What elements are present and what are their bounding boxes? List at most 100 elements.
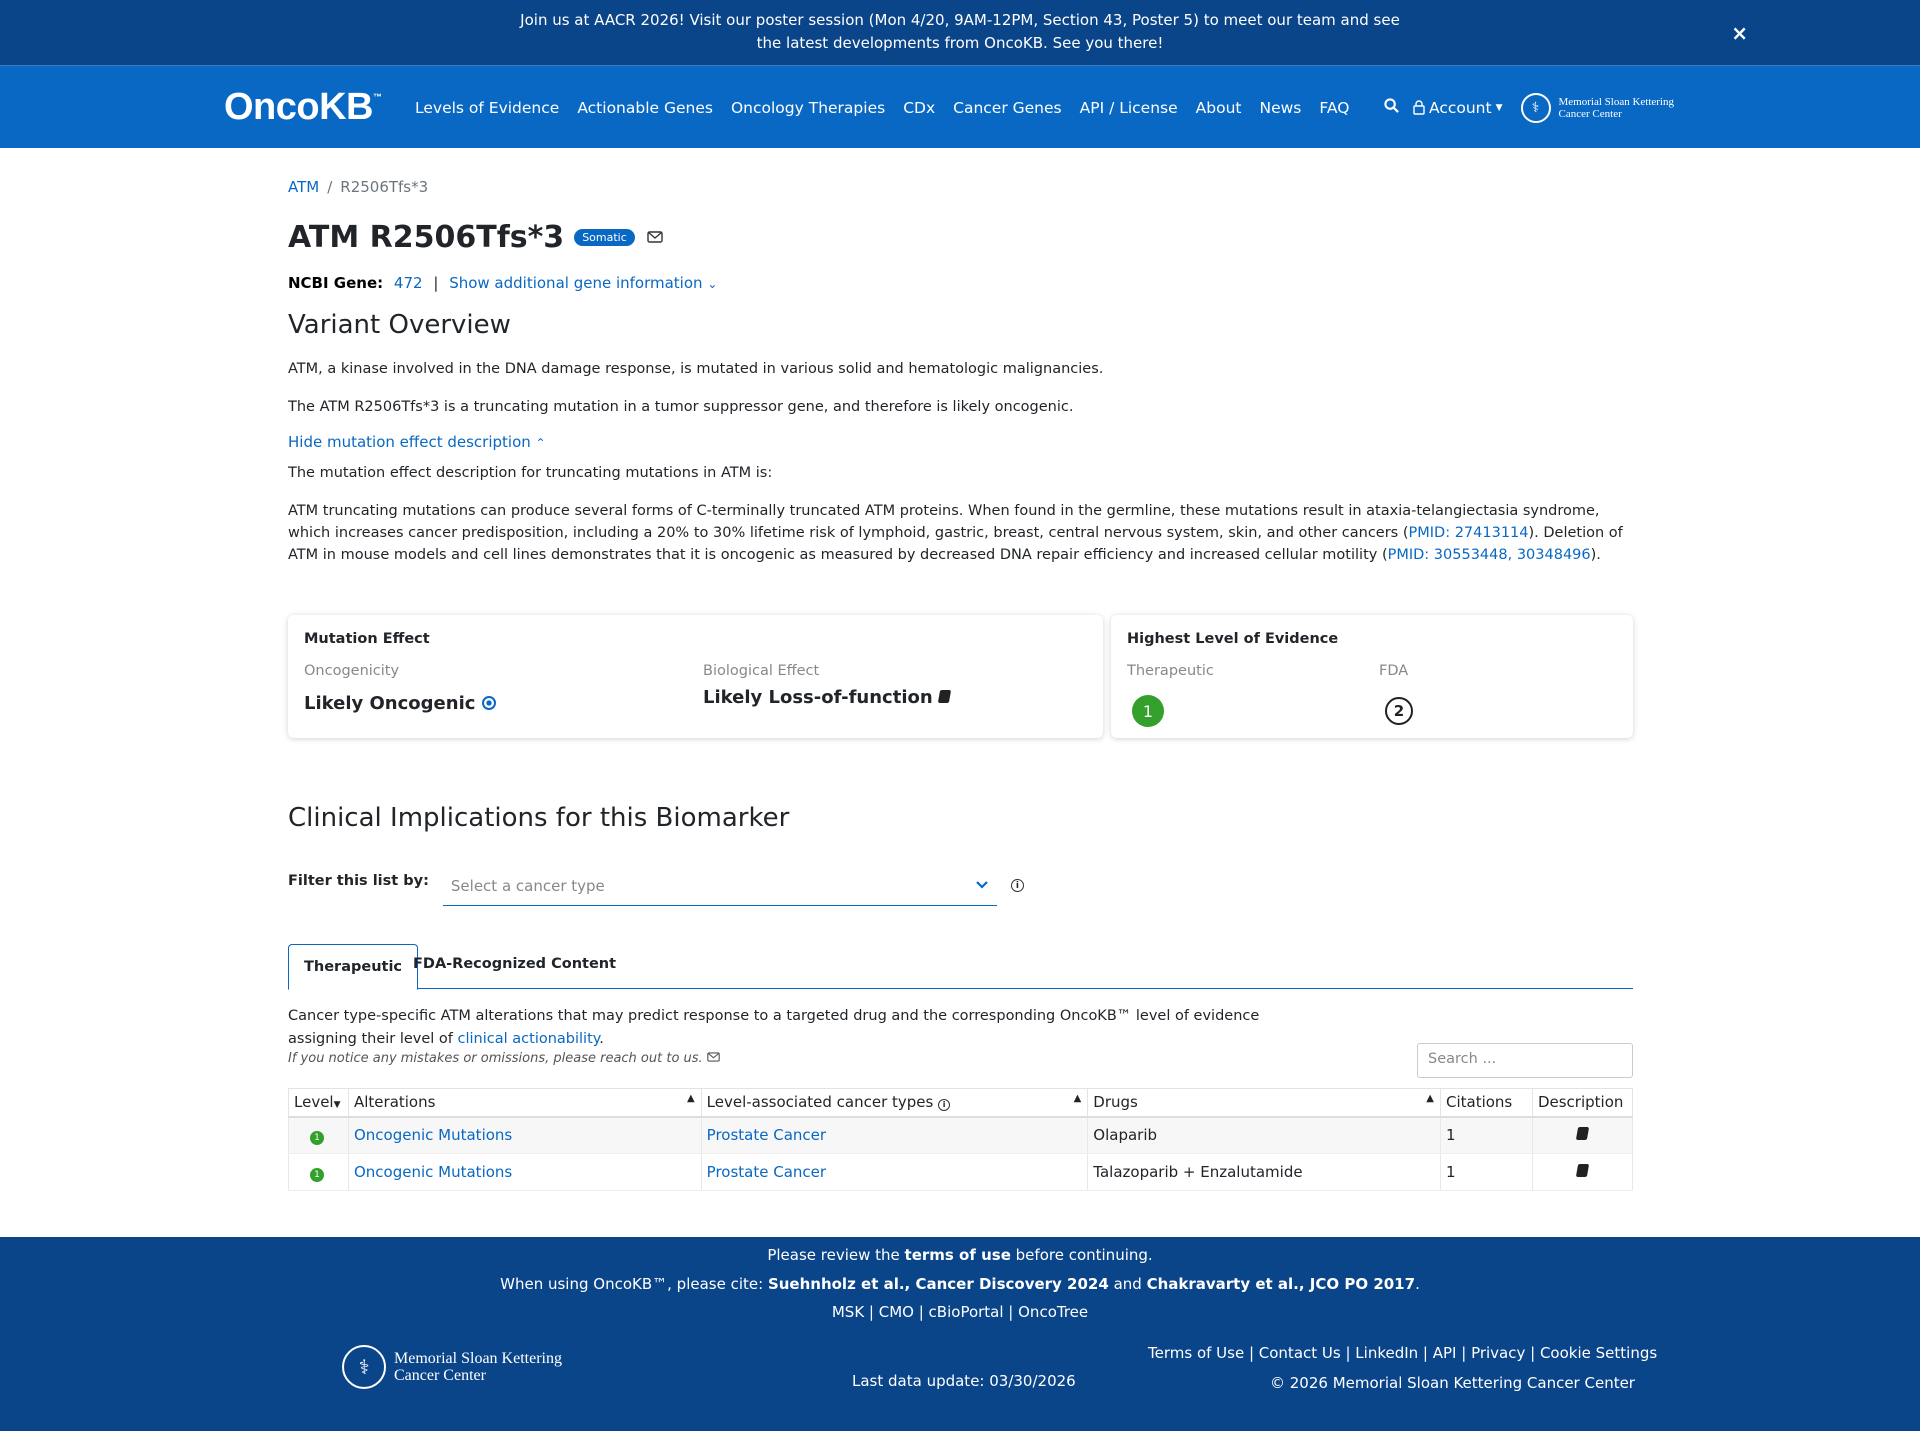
- msk-name-line2: Cancer Center: [1558, 107, 1622, 120]
- msk-footer-logo[interactable]: ⚕ Memorial Sloan Kettering Cancer Center: [342, 1345, 562, 1389]
- column-header-cancer-types[interactable]: Level-associated cancer types i ▲: [700, 1088, 1089, 1118]
- column-drugs-label: Drugs: [1093, 1093, 1138, 1112]
- drugs-cell: Talazoparib + Enzalutamide: [1087, 1153, 1441, 1191]
- alteration-link[interactable]: Oncogenic Mutations: [354, 1163, 512, 1181]
- nav-links: Levels of Evidence Actionable Genes Onco…: [415, 66, 1367, 149]
- search-icon[interactable]: [1384, 98, 1399, 117]
- footer-links[interactable]: Terms of Use | Contact Us | LinkedIn | A…: [1148, 1344, 1657, 1362]
- book-icon[interactable]: [937, 690, 952, 703]
- citation-and: and: [1108, 1275, 1147, 1293]
- nav-cancer-genes[interactable]: Cancer Genes: [953, 99, 1062, 117]
- column-level-label: Level: [294, 1093, 334, 1112]
- oncogenicity-label: Oncogenicity: [304, 663, 400, 679]
- fda-level-2-icon[interactable]: 2: [1385, 697, 1413, 725]
- column-citations-label: Citations: [1445, 1093, 1513, 1112]
- column-header-drugs[interactable]: Drugs ▲: [1087, 1088, 1441, 1118]
- clinical-implications-heading: Clinical Implications for this Biomarker: [288, 803, 790, 833]
- close-icon[interactable]: ×: [1731, 22, 1748, 45]
- somatic-badge: Somatic: [574, 229, 635, 246]
- level-1-icon[interactable]: 1: [310, 1130, 324, 1145]
- announcement-banner: Join us at AACR 2026! Visit our poster s…: [0, 0, 1920, 65]
- clinical-actionability-link[interactable]: clinical actionability: [458, 1031, 600, 1047]
- overview-paragraph-1: ATM, a kinase involved in the DNA damage…: [288, 361, 1104, 377]
- last-data-update: Last data update: 03/30/2026: [852, 1372, 1076, 1390]
- biological-effect-value: Likely Loss-of-function: [703, 687, 952, 708]
- terms-notice: Please review the terms of use before co…: [0, 1246, 1920, 1264]
- mutation-effect-text-a: ATM truncating mutations can produce sev…: [288, 503, 1600, 541]
- therapeutic-description-end: .: [599, 1031, 604, 1047]
- nav-actionable-genes[interactable]: Actionable Genes: [577, 99, 713, 117]
- chevron-up-circle-icon: ⌃: [535, 436, 546, 450]
- mail-icon[interactable]: [647, 228, 663, 247]
- citation-notice: When using OncoKB™, please cite: Suehnho…: [0, 1275, 1920, 1293]
- nav-news[interactable]: News: [1260, 99, 1302, 117]
- cancer-type-cell: Prostate Cancer: [701, 1153, 1089, 1191]
- mutation-effect-text-c: ).: [1590, 547, 1601, 563]
- mail-icon[interactable]: [707, 1051, 720, 1066]
- therapeutic-table: Level▼ Alterations ▲ Level-associated can…: [288, 1088, 1634, 1191]
- copyright: © 2026 Memorial Sloan Kettering Cancer C…: [1270, 1374, 1635, 1392]
- account-menu[interactable]: Account ▼: [1413, 99, 1503, 117]
- alteration-cell: Oncogenic Mutations: [348, 1116, 702, 1154]
- table-search-input[interactable]: Search ...: [1417, 1043, 1633, 1078]
- variant-overview-heading: Variant Overview: [288, 310, 511, 340]
- info-icon[interactable]: i: [938, 1098, 951, 1111]
- hide-mutation-effect-link[interactable]: Hide mutation effect description ⌃: [288, 433, 546, 451]
- level-cell: 1: [288, 1153, 349, 1191]
- oncokb-logo[interactable]: OncoKB™: [224, 86, 382, 129]
- level-1-icon[interactable]: 1: [1132, 695, 1164, 727]
- msk-emblem-icon: ⚕: [1520, 92, 1551, 123]
- citation-link-chakravarty[interactable]: Chakravarty et al., JCO PO 2017: [1147, 1275, 1416, 1293]
- nav-about[interactable]: About: [1196, 99, 1242, 117]
- sort-down-icon: ▼: [333, 1100, 341, 1111]
- cancer-type-link[interactable]: Prostate Cancer: [707, 1163, 826, 1181]
- fda-label: FDA: [1379, 663, 1409, 679]
- column-cancer-types-label: Level-associated cancer types: [706, 1093, 934, 1112]
- column-header-alterations[interactable]: Alterations ▲: [347, 1088, 702, 1118]
- hide-mutation-effect-label[interactable]: Hide mutation effect description: [288, 433, 531, 451]
- filter-label: Filter this list by:: [288, 873, 429, 889]
- level-cell: 1: [288, 1116, 349, 1154]
- book-icon[interactable]: [1575, 1164, 1590, 1177]
- column-header-citations[interactable]: Citations: [1439, 1088, 1533, 1118]
- biological-effect-text: Likely Loss-of-function: [703, 687, 933, 708]
- level-1-icon[interactable]: 1: [310, 1167, 324, 1182]
- pmid-link-27413114[interactable]: PMID: 27413114: [1409, 525, 1529, 541]
- ncbi-gene-link[interactable]: 472: [394, 274, 423, 292]
- tab-fda-recognized-content[interactable]: FDA-Recognized Content: [398, 942, 631, 988]
- citations-cell[interactable]: 1: [1440, 1116, 1533, 1154]
- nav-oncology-therapies[interactable]: Oncology Therapies: [731, 99, 885, 117]
- oncogenicity-text: Likely Oncogenic: [304, 693, 476, 714]
- therapeutic-description: Cancer type-specific ATM alterations tha…: [288, 1005, 1288, 1051]
- footer: Please review the terms of use before co…: [0, 1237, 1920, 1431]
- msk-logo[interactable]: ⚕ Memorial Sloan Kettering Cancer Center: [1520, 92, 1674, 123]
- pmid-link-30553448[interactable]: PMID: 30553448, 30348496: [1388, 547, 1591, 563]
- citations-cell[interactable]: 1: [1440, 1153, 1533, 1191]
- column-alterations-label: Alterations: [353, 1093, 436, 1112]
- cancer-type-link[interactable]: Prostate Cancer: [707, 1126, 826, 1144]
- cancer-type-select[interactable]: Select a cancer type: [442, 873, 997, 906]
- partner-links[interactable]: MSK | CMO | cBioPortal | OncoTree: [0, 1303, 1920, 1321]
- sort-up-icon: ▲: [686, 1093, 695, 1104]
- alteration-link[interactable]: Oncogenic Mutations: [354, 1126, 512, 1144]
- nav-cdx[interactable]: CDx: [903, 99, 935, 117]
- therapeutic-description-text: Cancer type-specific ATM alterations tha…: [288, 1008, 1260, 1047]
- clinical-tabs: Therapeutic FDA-Recognized Content: [288, 942, 1633, 990]
- chevron-down-circle-icon[interactable]: ⌄: [707, 277, 717, 291]
- column-header-level[interactable]: Level▼: [288, 1088, 349, 1118]
- info-icon[interactable]: i: [1010, 879, 1024, 892]
- breadcrumb-gene[interactable]: ATM: [288, 178, 319, 196]
- citation-link-suehnholz[interactable]: Suehnholz et al., Cancer Discovery 2024: [768, 1275, 1109, 1293]
- account-label: Account: [1429, 98, 1492, 117]
- book-icon[interactable]: [1575, 1127, 1590, 1141]
- therapeutic-label: Therapeutic: [1127, 663, 1214, 679]
- show-gene-info-link[interactable]: Show additional gene information: [449, 274, 702, 292]
- nav-levels-of-evidence[interactable]: Levels of Evidence: [415, 99, 559, 117]
- msk-emblem-icon: ⚕: [342, 1345, 386, 1389]
- nav-api-license[interactable]: API / License: [1080, 99, 1178, 117]
- nav-faq[interactable]: FAQ: [1319, 99, 1349, 117]
- terms-of-use-link[interactable]: terms of use: [905, 1246, 1011, 1264]
- lock-icon: [1413, 100, 1425, 115]
- terms-notice-end: before continuing.: [1010, 1246, 1153, 1264]
- ncbi-label: NCBI Gene:: [288, 274, 384, 292]
